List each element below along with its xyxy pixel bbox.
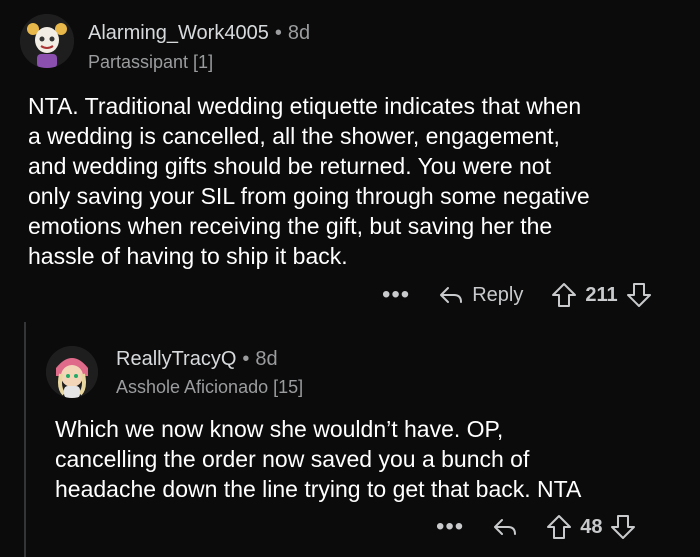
comment-actions: ••• Reply 211 <box>382 282 652 308</box>
comment-text-line: and wedding gifts should be returned. Yo… <box>28 153 551 179</box>
downvote-arrow-icon[interactable] <box>626 282 652 308</box>
upvote-arrow-icon[interactable] <box>551 282 577 308</box>
reply-button[interactable] <box>492 516 518 538</box>
author-name[interactable]: ReallyTracyQ <box>116 348 236 370</box>
user-flair: Asshole Aficionado [15] <box>116 377 304 397</box>
thread-line[interactable] <box>24 322 26 557</box>
comment-text-line: hassle of having to ship it back. <box>28 243 348 269</box>
comment-text-line: cancelling the order now saved you a bun… <box>55 446 530 472</box>
comment-age: 8d <box>255 348 278 370</box>
author-name[interactable]: Alarming_Work4005 <box>88 22 269 44</box>
meta-separator: • <box>274 22 282 44</box>
comment-body: NTA. Traditional wedding etiquette indic… <box>28 91 590 271</box>
comment-age: 8d <box>287 22 311 44</box>
user-avatar[interactable] <box>46 346 98 398</box>
author-line: Alarming_Work4005 • 8d <box>88 22 310 45</box>
author-line: ReallyTracyQ • 8d <box>116 348 278 371</box>
comment-text-line: only saving your SIL from going through … <box>28 183 590 209</box>
comment-text-line: Which we now know she wouldn’t have. OP, <box>55 416 504 442</box>
meta-separator: • <box>242 348 250 370</box>
comment-text-line: headache down the line trying to get tha… <box>55 476 582 502</box>
reply-label: Reply <box>472 283 524 306</box>
comment-text-line: NTA. Traditional wedding etiquette indic… <box>28 93 582 119</box>
reply-arrow-icon <box>494 519 517 535</box>
comment-text-line: a wedding is cancelled, all the shower, … <box>28 123 560 149</box>
downvote-arrow-icon[interactable] <box>610 514 636 540</box>
comment-body: Which we now know she wouldn’t have. OP,… <box>55 414 581 504</box>
user-flair: Partassipant [1] <box>88 52 214 72</box>
vote-score: 211 <box>585 283 618 306</box>
reply-button[interactable]: Reply <box>438 284 523 307</box>
more-options-button[interactable]: ••• <box>382 283 410 307</box>
more-options-button[interactable]: ••• <box>436 515 464 539</box>
comment-text-line: emotions when receiving the gift, but sa… <box>28 213 553 239</box>
vote-score: 48 <box>580 515 603 538</box>
comment-actions: ••• 48 <box>436 514 636 540</box>
upvote-arrow-icon[interactable] <box>546 514 572 540</box>
user-avatar[interactable] <box>20 14 74 68</box>
reply-arrow-icon <box>440 287 463 303</box>
